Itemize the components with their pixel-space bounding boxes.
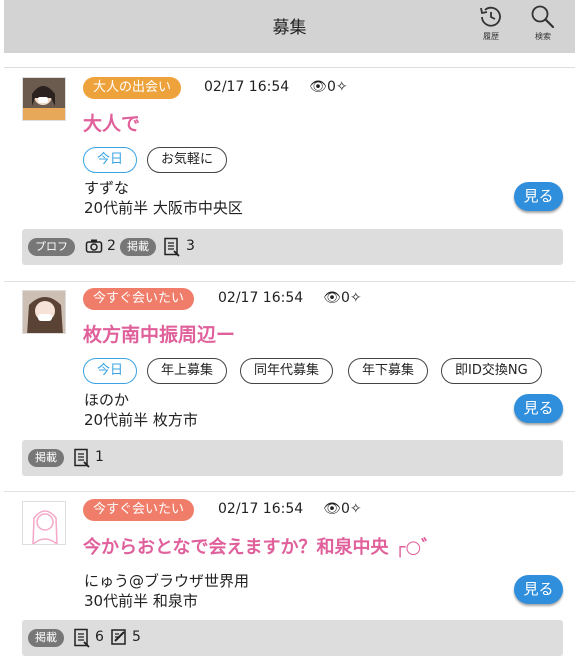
post-title[interactable]: 枚方南中振周辺ー <box>83 320 235 347</box>
stats-bar: 掲載 6 5 <box>22 620 563 656</box>
history-label: 履歴 <box>483 32 499 41</box>
view-count: 0 <box>340 501 350 517</box>
document-icon <box>74 628 90 648</box>
category-badge: 大人の出会い <box>83 77 182 99</box>
tag[interactable]: お気軽に <box>147 147 228 173</box>
avatar[interactable] <box>22 501 66 545</box>
tag[interactable]: 同年代募集 <box>240 358 334 384</box>
document-icon <box>74 448 90 468</box>
tag[interactable]: 即ID交換NG <box>441 358 542 384</box>
sparkle-icon: ✧ <box>349 501 362 517</box>
search-label: 検索 <box>535 32 551 41</box>
sparkle-icon: ✧ <box>335 79 348 95</box>
see-button[interactable]: 見る <box>514 575 563 604</box>
post-meta: 02/17 16:54 👁0✧ <box>204 79 348 95</box>
user-info: 20代前半 枚方市 <box>84 411 198 429</box>
user-name: にゅう@ブラウザ世界用 <box>84 572 250 590</box>
post-count: 1 <box>95 449 104 465</box>
search-icon <box>531 5 555 29</box>
document-icon <box>164 237 180 257</box>
post-badge: 掲載 <box>120 238 156 256</box>
post-title[interactable]: 大人で <box>83 109 140 136</box>
history-button[interactable]: 履歴 <box>471 4 511 50</box>
user-info: 30代前半 和泉市 <box>84 592 198 610</box>
post-datetime: 02/17 16:54 <box>218 501 304 517</box>
avatar[interactable] <box>22 77 66 121</box>
divider <box>4 67 575 68</box>
post-count: 6 <box>95 629 104 645</box>
divider <box>4 281 575 282</box>
post-meta: 02/17 16:54 👁0✧ <box>218 290 362 306</box>
divider <box>4 491 575 492</box>
photo-count: 2 <box>107 238 116 254</box>
eye-icon: 👁 <box>323 501 341 517</box>
post-badge: 掲載 <box>28 449 64 467</box>
tag[interactable]: 年下募集 <box>348 358 429 384</box>
stats-bar: プロフ 2 掲載 3 <box>22 229 563 265</box>
tag-today[interactable]: 今日 <box>83 147 138 173</box>
post-badge: 掲載 <box>28 629 64 647</box>
post-datetime: 02/17 16:54 <box>218 290 304 306</box>
history-icon <box>480 6 501 27</box>
post-title[interactable]: 今からおとなで会えますか？和泉中央 ┌○゛ <box>83 533 439 559</box>
see-button[interactable]: 見る <box>514 182 563 211</box>
avatar[interactable] <box>22 290 66 334</box>
eye-icon: 👁 <box>309 79 327 95</box>
stats-bar: 掲載 1 <box>22 440 563 476</box>
eye-icon: 👁 <box>323 290 341 306</box>
camera-icon <box>85 239 103 253</box>
user-info: 20代前半 大阪市中央区 <box>84 199 243 217</box>
sparkle-icon: ✧ <box>349 290 362 306</box>
post-meta: 02/17 16:54 👁0✧ <box>218 501 362 517</box>
category-badge: 今すぐ会いたい <box>83 288 195 310</box>
user-name: ほのか <box>84 391 130 409</box>
post-datetime: 02/17 16:54 <box>204 79 290 95</box>
post-count: 3 <box>186 238 195 254</box>
user-name: すずな <box>84 179 130 197</box>
tag-today[interactable]: 今日 <box>83 358 138 384</box>
view-count: 0 <box>326 79 336 95</box>
edit-icon <box>111 629 126 645</box>
category-badge: 今すぐ会いたい <box>83 499 195 521</box>
profile-badge: プロフ <box>28 238 75 256</box>
see-button[interactable]: 見る <box>514 394 563 423</box>
search-button[interactable]: 検索 <box>523 4 563 50</box>
edit-count: 5 <box>132 629 141 645</box>
tag[interactable]: 年上募集 <box>147 358 228 384</box>
view-count: 0 <box>340 290 350 306</box>
app-header: 募集 履歴 検索 <box>4 0 575 53</box>
